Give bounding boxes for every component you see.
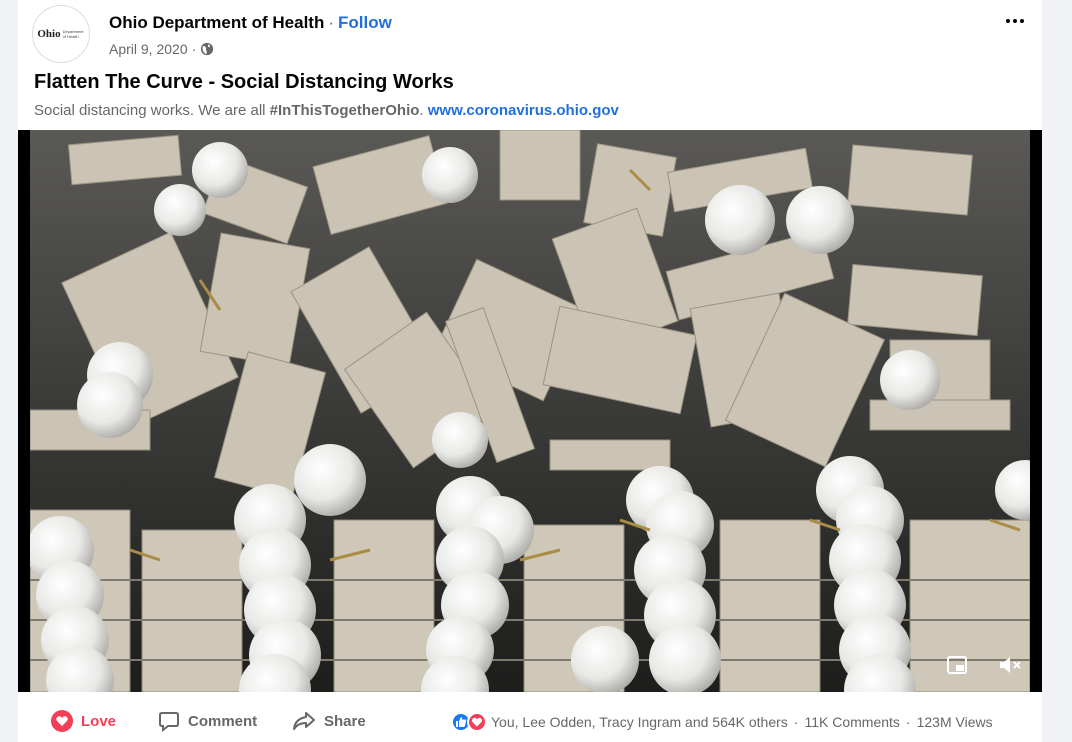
picture-in-picture-icon[interactable] [946, 654, 968, 676]
post-meta: April 9, 2020 · [109, 41, 214, 57]
page-avatar[interactable]: Ohio Department of Health [32, 5, 90, 63]
more-horizontal-icon [1006, 19, 1010, 23]
globe-icon[interactable] [200, 42, 214, 56]
love-label: Love [81, 712, 117, 730]
follow-button[interactable]: Follow [338, 13, 392, 32]
reaction-icons[interactable] [451, 712, 487, 732]
logo-subtitle: Department of Health [62, 29, 84, 39]
date-separator: · [191, 41, 197, 57]
post-description: Social distancing works. We are all #InT… [34, 102, 619, 119]
stats-separator-2: · [905, 714, 911, 730]
logo-wordmark: Ohio [37, 28, 61, 40]
page-name-link[interactable]: Ohio Department of Health [109, 13, 324, 32]
post-header: Ohio Department of Health Ohio Departmen… [32, 5, 1028, 65]
share-label: Share [324, 712, 366, 730]
comment-label: Comment [188, 712, 258, 730]
stats-separator-1: · [793, 714, 799, 730]
love-reaction-icon [467, 712, 487, 732]
video-player[interactable] [18, 130, 1042, 692]
views-count: 123M Views [916, 714, 993, 730]
engagement-stats: You, Lee Odden, Tracy Ingram and 564K ot… [451, 712, 993, 732]
share-icon [293, 712, 315, 730]
comment-icon [159, 712, 179, 732]
post-date[interactable]: April 9, 2020 [109, 41, 188, 57]
post-card: Ohio Department of Health Ohio Departmen… [18, 0, 1042, 742]
description-punct: . [419, 102, 428, 119]
more-options-button[interactable] [1002, 11, 1028, 31]
video-frame [30, 130, 1030, 692]
name-separator: · [328, 13, 335, 32]
love-button[interactable]: Love [51, 710, 116, 732]
volume-muted-icon[interactable] [998, 654, 1024, 676]
hashtag-link[interactable]: #InThisTogetherOhio [270, 102, 420, 119]
share-button[interactable]: Share [292, 710, 366, 732]
page-title-row: Ohio Department of Health · Follow [109, 13, 392, 33]
post-title: Flatten The Curve - Social Distancing Wo… [34, 71, 454, 93]
reactions-summary[interactable]: You, Lee Odden, Tracy Ingram and 564K ot… [491, 714, 788, 730]
post-actions: Love Comment Share You, Lee Odden, Tracy… [18, 704, 1042, 742]
comment-button[interactable]: Comment [158, 710, 257, 732]
website-link[interactable]: www.coronavirus.ohio.gov [428, 102, 619, 119]
description-text: Social distancing works. We are all [34, 102, 270, 119]
love-icon [51, 710, 73, 732]
comments-count[interactable]: 11K Comments [804, 714, 899, 730]
ohio-logo: Ohio Department of Health [37, 28, 84, 40]
